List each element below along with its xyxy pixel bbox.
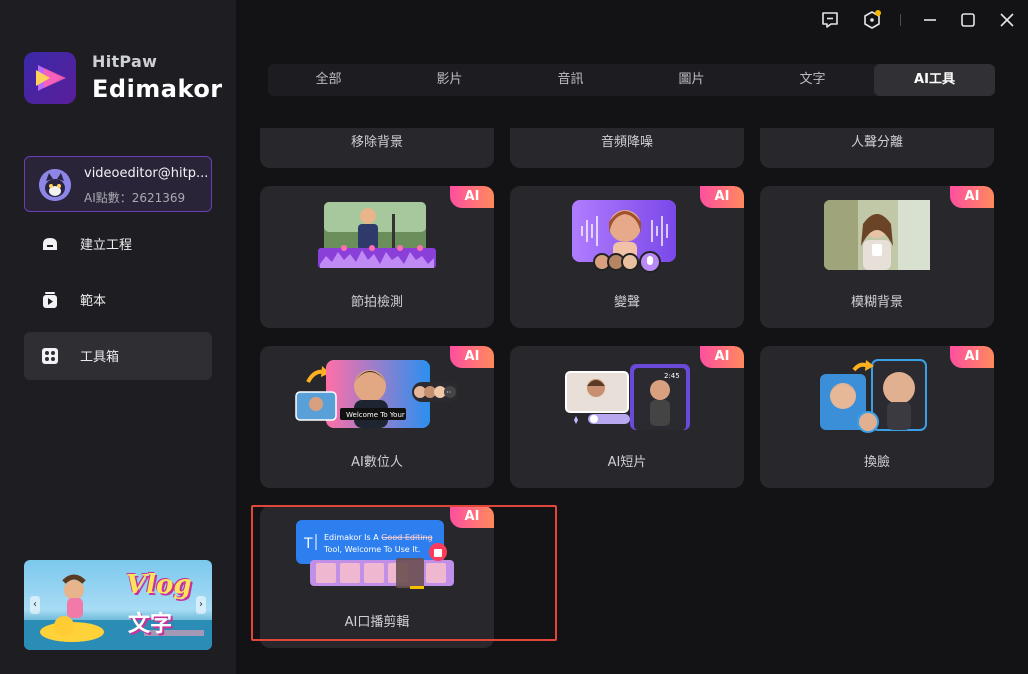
clip-duration: 2:45 xyxy=(664,372,680,380)
brand-top: HitPaw xyxy=(92,52,158,71)
tool-card-remove-background[interactable]: 移除背景 xyxy=(260,128,494,168)
tool-card-audio-denoise[interactable]: 音頻降噪 xyxy=(510,128,744,168)
avatar xyxy=(39,169,71,201)
tab-image[interactable]: 圖片 xyxy=(631,64,752,96)
nav-label: 工具箱 xyxy=(80,350,120,365)
tool-card-vocal-separation[interactable]: 人聲分離 xyxy=(760,128,994,168)
banner-prev-icon[interactable]: ‹ xyxy=(30,596,40,614)
category-tabs: 全部 影片 音訊 圖片 文字 AI工具 xyxy=(268,64,995,96)
nav-templates[interactable]: 範本 xyxy=(24,276,212,324)
tool-label: 模糊背景 xyxy=(850,295,903,310)
close-icon[interactable] xyxy=(997,10,1017,30)
tool-card-ai-short-video[interactable]: 2:45 AI AI短片 xyxy=(510,346,744,488)
ai-points: AI點數：2621369 xyxy=(84,191,186,205)
tool-label: 變聲 xyxy=(613,295,640,310)
toolbox-icon xyxy=(42,348,58,364)
tool-card-face-swap[interactable]: AI 換臉 xyxy=(760,346,994,488)
tool-card-voice-changer[interactable]: AI 變聲 xyxy=(510,186,744,328)
ai-badge: AI xyxy=(700,186,744,208)
notification-icon[interactable] xyxy=(862,10,882,30)
ai-badge: AI xyxy=(450,346,494,368)
banner-title: Vlog xyxy=(126,570,192,600)
tool-label: 移除背景 xyxy=(350,135,403,150)
tab-all[interactable]: 全部 xyxy=(268,64,389,96)
nav-create-project[interactable]: 建立工程 xyxy=(24,220,212,268)
tool-card-beat-detection[interactable]: AI 節拍檢測 xyxy=(260,186,494,328)
template-icon xyxy=(43,292,57,308)
nav-toolbox[interactable]: 工具箱 xyxy=(24,332,212,380)
tool-card-ai-avatar[interactable]: Welcome To Your ·· AI AI數位人 xyxy=(260,346,494,488)
nav-label: 建立工程 xyxy=(80,238,133,253)
tool-label: AI數位人 xyxy=(351,455,403,470)
tab-video[interactable]: 影片 xyxy=(389,64,510,96)
user-name: videoeditor@hitp... xyxy=(84,166,208,181)
tool-label: AI短片 xyxy=(607,455,647,470)
tool-label: 人聲分離 xyxy=(850,135,903,150)
edimakor-logo xyxy=(24,52,76,104)
toolbar-divider xyxy=(900,14,901,26)
home-icon xyxy=(43,238,57,250)
minimize-icon[interactable] xyxy=(920,10,940,30)
ai-badge: AI xyxy=(950,346,994,368)
tab-text[interactable]: 文字 xyxy=(752,64,873,96)
tool-label: 音頻降噪 xyxy=(600,135,653,150)
ai-badge: AI xyxy=(450,186,494,208)
brand-name: Edimakor xyxy=(92,75,223,103)
tab-audio[interactable]: 音訊 xyxy=(510,64,631,96)
svg-text:··: ·· xyxy=(446,388,451,397)
maximize-icon[interactable] xyxy=(958,10,978,30)
ai-badge: AI xyxy=(700,346,744,368)
selection-highlight xyxy=(251,505,557,641)
banner-next-icon[interactable]: › xyxy=(196,596,206,614)
ai-badge: AI xyxy=(950,186,994,208)
sidebar: HitPaw Edimakor videoeditor@hitp... AI點數… xyxy=(0,0,236,674)
user-account-card[interactable]: videoeditor@hitp... AI點數：2621369 xyxy=(24,156,212,212)
avatar-caption: Welcome To Your xyxy=(346,411,405,419)
tool-label: 節拍檢測 xyxy=(350,295,403,310)
feedback-icon[interactable] xyxy=(820,10,840,30)
tool-card-blur-background[interactable]: AI 模糊背景 xyxy=(760,186,994,328)
vlog-promo-banner[interactable]: Vlog 文字 ‹ › xyxy=(24,560,212,650)
tab-ai-tools[interactable]: AI工具 xyxy=(874,64,995,96)
nav-label: 範本 xyxy=(80,294,107,309)
banner-subtitle: 文字 xyxy=(128,612,173,637)
tool-label: 換臉 xyxy=(863,455,890,470)
